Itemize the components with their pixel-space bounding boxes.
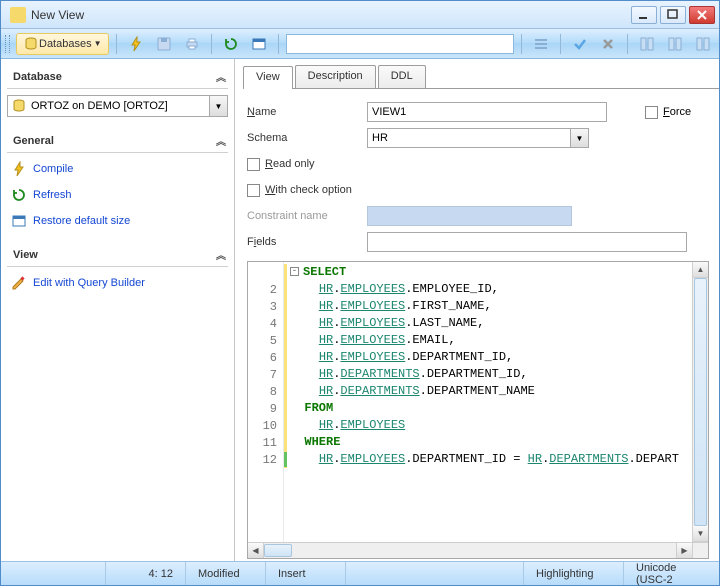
compile-button[interactable] bbox=[124, 33, 148, 55]
titlebar[interactable]: New View bbox=[1, 1, 719, 29]
main-toolbar: Databases ▼ bbox=[1, 29, 719, 59]
vertical-scrollbar[interactable]: ▲ ▼ bbox=[692, 262, 708, 542]
refresh-button[interactable] bbox=[219, 33, 243, 55]
restore-size-link[interactable]: Restore default size bbox=[7, 211, 228, 231]
group-database-header[interactable]: Database ︽ bbox=[7, 65, 228, 89]
edit-query-builder-link[interactable]: Edit with Query Builder bbox=[7, 273, 228, 293]
group-view-header[interactable]: View ︽ bbox=[7, 243, 228, 267]
name-input[interactable] bbox=[367, 102, 607, 122]
tabs: View Description DDL bbox=[243, 65, 719, 89]
minimize-button[interactable] bbox=[631, 6, 657, 24]
compile-link[interactable]: Compile bbox=[7, 159, 228, 179]
tab-description[interactable]: Description bbox=[295, 65, 376, 88]
restore-size-button[interactable] bbox=[247, 33, 271, 55]
pencil-icon bbox=[11, 275, 27, 291]
database-selected: ORTOZ on DEMO [ORTOZ] bbox=[31, 100, 168, 112]
save-button[interactable] bbox=[152, 33, 176, 55]
force-label: Force bbox=[663, 106, 691, 118]
horizontal-scrollbar[interactable]: ◀ ▶ bbox=[248, 542, 708, 558]
status-insert: Insert bbox=[266, 562, 346, 585]
maximize-button[interactable] bbox=[660, 6, 686, 24]
lightning-icon bbox=[128, 36, 144, 52]
window-icon bbox=[11, 213, 27, 229]
scroll-right-icon[interactable]: ▶ bbox=[676, 543, 692, 558]
refresh-icon bbox=[223, 36, 239, 52]
minimize-icon bbox=[636, 7, 652, 23]
database-icon bbox=[11, 98, 27, 114]
force-checkbox[interactable] bbox=[645, 106, 658, 119]
print-button[interactable] bbox=[180, 33, 204, 55]
save-icon bbox=[156, 36, 172, 52]
chevron-up-icon: ︽ bbox=[216, 69, 226, 84]
content-area: View Description DDL NNameame Force Forc… bbox=[235, 59, 719, 561]
databases-label: Databases bbox=[39, 38, 92, 50]
checkoption-label: With check option bbox=[265, 184, 352, 196]
toolbar-grip[interactable] bbox=[5, 35, 10, 53]
statusbar: 4: 12 Modified Insert Highlighting Unico… bbox=[1, 561, 719, 585]
readonly-checkbox[interactable] bbox=[247, 158, 260, 171]
scroll-up-icon[interactable]: ▲ bbox=[693, 262, 708, 278]
cancel-button[interactable] bbox=[596, 33, 620, 55]
readonly-label: Read only bbox=[265, 158, 315, 170]
apply-button[interactable] bbox=[568, 33, 592, 55]
chevron-down-icon[interactable]: ▼ bbox=[210, 95, 228, 117]
schema-select[interactable]: HR ▼ bbox=[367, 128, 589, 148]
check-icon bbox=[572, 36, 588, 52]
app-icon bbox=[10, 7, 26, 23]
chevron-down-icon: ▼ bbox=[570, 129, 588, 147]
prev-icon bbox=[667, 36, 683, 52]
fields-label: FieldsFields bbox=[247, 236, 367, 248]
group-general-header[interactable]: General ︽ bbox=[7, 129, 228, 153]
tb-action-1[interactable] bbox=[529, 33, 553, 55]
sidebar: Database ︽ ORTOZ on DEMO [ORTOZ] ▼ Gener bbox=[1, 59, 235, 561]
tb-nav-first[interactable] bbox=[635, 33, 659, 55]
refresh-link[interactable]: Refresh bbox=[7, 185, 228, 205]
database-icon bbox=[23, 36, 39, 52]
lightning-icon bbox=[11, 161, 27, 177]
status-modified: Modified bbox=[186, 562, 266, 585]
tb-nav-next[interactable] bbox=[691, 33, 715, 55]
status-position: 4: 12 bbox=[106, 562, 186, 585]
first-icon bbox=[639, 36, 655, 52]
scroll-down-icon[interactable]: ▼ bbox=[693, 526, 708, 542]
tab-ddl[interactable]: DDL bbox=[378, 65, 426, 88]
chevron-up-icon: ︽ bbox=[216, 133, 226, 148]
form-area: NNameame Force Force Schema HR ▼ bbox=[243, 89, 719, 261]
refresh-icon bbox=[11, 187, 27, 203]
scroll-left-icon[interactable]: ◀ bbox=[248, 543, 264, 558]
maximize-icon bbox=[665, 7, 681, 23]
close-icon bbox=[694, 7, 710, 23]
name-label: NNameame bbox=[247, 106, 367, 118]
window-icon bbox=[251, 36, 267, 52]
fields-input[interactable] bbox=[367, 232, 687, 252]
editor-code[interactable]: -SELECT HR.EMPLOYEES.EMPLOYEE_ID, HR.EMP… bbox=[284, 262, 692, 542]
list-icon bbox=[533, 36, 549, 52]
sql-editor[interactable]: 23456789101112 -SELECT HR.EMPLOYEES.EMPL… bbox=[247, 261, 709, 559]
status-encoding[interactable]: Unicode (USC-2 bbox=[624, 562, 719, 585]
constraint-input bbox=[367, 206, 572, 226]
next-icon bbox=[695, 36, 711, 52]
tb-nav-prev[interactable] bbox=[663, 33, 687, 55]
print-icon bbox=[184, 36, 200, 52]
status-empty bbox=[1, 562, 106, 585]
checkoption-checkbox[interactable] bbox=[247, 184, 260, 197]
window-title: New View bbox=[31, 8, 631, 22]
x-icon bbox=[600, 36, 616, 52]
object-combo[interactable] bbox=[286, 34, 514, 54]
database-selector[interactable]: ORTOZ on DEMO [ORTOZ] ▼ bbox=[7, 95, 228, 117]
constraint-label: Constraint name bbox=[247, 210, 367, 222]
status-highlighting[interactable]: Highlighting bbox=[524, 562, 624, 585]
databases-dropdown[interactable]: Databases ▼ bbox=[16, 33, 109, 55]
chevron-down-icon: ▼ bbox=[94, 39, 102, 48]
close-button[interactable] bbox=[689, 6, 715, 24]
status-spacer bbox=[346, 562, 524, 585]
schema-label: Schema bbox=[247, 132, 367, 144]
chevron-up-icon: ︽ bbox=[216, 247, 226, 262]
editor-gutter: 23456789101112 bbox=[248, 262, 284, 542]
window-frame: New View Databases ▼ bbox=[0, 0, 720, 586]
tab-view[interactable]: View bbox=[243, 66, 293, 89]
